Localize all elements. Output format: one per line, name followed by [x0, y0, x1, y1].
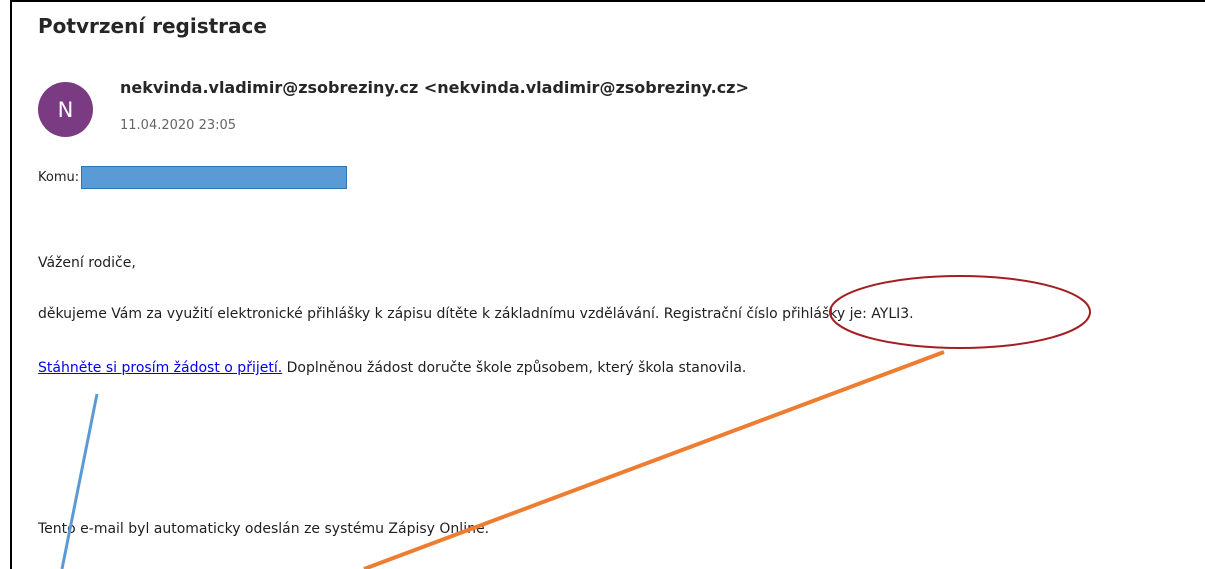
- download-paragraph: Stáhněte si prosím žádost o přijetí. Dop…: [38, 360, 746, 376]
- thanks-text: děkujeme Vám za využití elektronické při…: [38, 306, 664, 322]
- email-subject: Potvrzení registrace: [38, 14, 267, 38]
- delivery-instructions-text: Doplněnou žádost doručte škole způsobem,…: [282, 360, 747, 376]
- automated-footer-text: Tento e-mail byl automaticky odeslán ze …: [38, 521, 490, 537]
- avatar-letter: N: [57, 97, 74, 122]
- to-label: Komu:: [38, 170, 80, 185]
- greeting-text: Vážení rodiče,: [38, 255, 136, 271]
- download-application-link[interactable]: Stáhněte si prosím žádost o přijetí.: [38, 360, 282, 376]
- email-date: 11.04.2020 23:05: [120, 118, 237, 133]
- sender-address: nekvinda.vladimir@zsobreziny.cz <nekvind…: [120, 78, 749, 97]
- recipient-row: Komu:: [38, 166, 348, 189]
- registration-number-text: Registrační číslo přihlášky je: AYLI3.: [663, 306, 914, 322]
- redacted-recipient: [81, 166, 348, 189]
- sender-avatar: N: [38, 82, 93, 137]
- thanks-paragraph: děkujeme Vám za využití elektronické při…: [38, 306, 914, 322]
